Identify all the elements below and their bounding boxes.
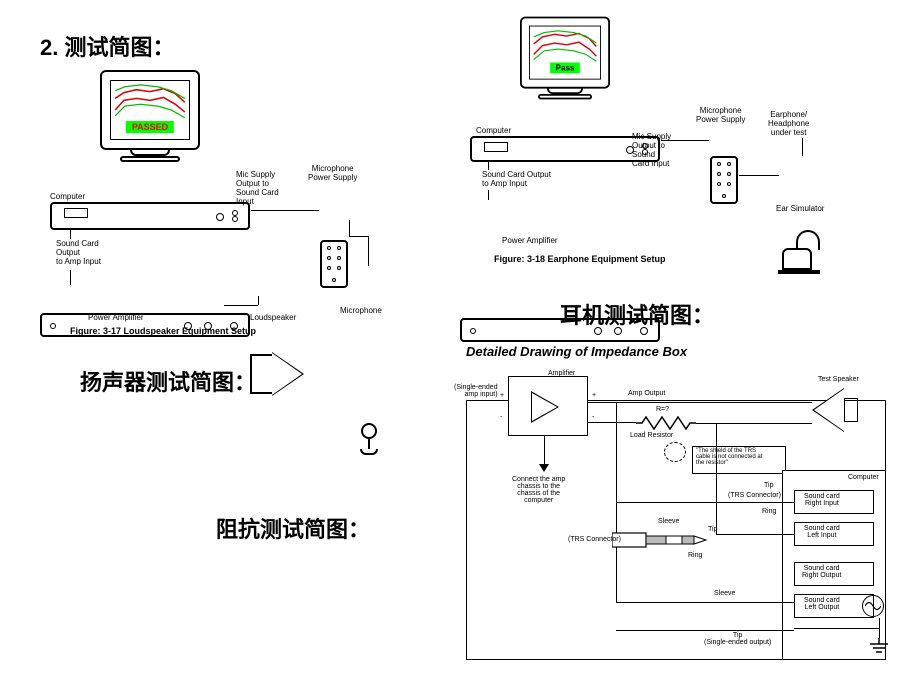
microphone-icon xyxy=(358,423,380,459)
shield-note: "The shield of the TRS cable is not conn… xyxy=(696,448,762,466)
test-speaker-label: Test Speaker xyxy=(818,376,859,383)
poweramp-label-2: Power Amplifier xyxy=(502,236,558,245)
test-speaker-icon xyxy=(812,388,844,432)
connect-chassis-label: Connect the amp chassis to the chassis o… xyxy=(512,476,565,504)
loudspeaker-caption: Figure: 3-17 Loudspeaker Equipment Setup xyxy=(70,326,256,336)
tip-label-2: Tip xyxy=(764,482,773,489)
loudspeaker-icon xyxy=(250,354,310,409)
earphone-caption: Figure: 3-18 Earphone Equipment Setup xyxy=(494,254,666,264)
trs-label-2: (TRS Connector) xyxy=(728,492,781,499)
minus-out: - xyxy=(592,414,594,421)
computer-label-3: Computer xyxy=(848,474,879,481)
load-resistor-label: Load Resistor xyxy=(630,432,673,439)
mic-supply-label-2: Mic Supply Output to Sound Card Input xyxy=(632,132,671,168)
soundcard-out-label: Sound Card Output to Amp Input xyxy=(56,239,101,266)
mic-psu-label: Microphone Power Supply xyxy=(308,164,357,182)
earphone-diagram: Pass Computer Mic Supply Output to Sound… xyxy=(440,10,890,270)
impedance-diagram: Amplifier (Single-ended amp input) + - +… xyxy=(456,370,900,680)
sleeve-label-1: Sleeve xyxy=(658,518,679,525)
sc-left-out: Sound card Left Output xyxy=(804,597,840,611)
earphone-ut-label: Earphone/ Headphone under test xyxy=(768,110,809,137)
ear-sim-label: Ear Simulator xyxy=(776,204,824,213)
ring-label-1: Ring xyxy=(688,552,702,559)
pass-badge: Pass xyxy=(550,63,580,74)
loudspeaker-label: Loudspeaker xyxy=(250,313,296,322)
passed-badge: PASSED xyxy=(126,121,174,133)
ground-icon xyxy=(868,638,890,661)
sc-right-out: Sound card Right Output xyxy=(802,565,841,579)
minus-in: - xyxy=(500,414,502,421)
impedance-title: Detailed Drawing of Impedance Box xyxy=(466,344,687,359)
load-resistor-icon xyxy=(636,416,696,430)
soundcard-out-label-2: Sound Card Output to Amp Input xyxy=(482,170,551,188)
ring-label-2: Ring xyxy=(762,508,776,515)
oscillator-icon xyxy=(862,595,884,617)
mic-supply-label: Mic Supply Output to Sound Card Input xyxy=(236,170,279,206)
earphone-cn-title: 耳机测试简图： xyxy=(560,298,714,330)
sc-left-in: Sound card Left Input xyxy=(804,525,840,539)
computer-label: Computer xyxy=(50,192,85,201)
amplifier-label: Amplifier xyxy=(548,370,575,377)
poweramp-label: Power Amplifier xyxy=(88,313,144,322)
ear-simulator-icon xyxy=(782,234,832,270)
trs-connector-icon xyxy=(612,530,712,550)
tip-se-out: Tip (Single-ended output) xyxy=(704,632,771,646)
trs-label-1: (TRS Connector) xyxy=(568,536,621,543)
impedance-cn-title: 阻抗测试简图： xyxy=(216,512,370,544)
loudspeaker-cn-title: 扬声器测试简图： xyxy=(80,365,256,397)
plus-in: + xyxy=(500,392,504,399)
mic-psu-label-2: Microphone Power Supply xyxy=(696,106,745,124)
microphone-label: Microphone xyxy=(340,306,382,315)
amp-output-label: Amp Output xyxy=(628,390,665,397)
r-label: R=? xyxy=(656,406,669,413)
loudspeaker-diagram: PASSED Computer Sound Card Output to Amp… xyxy=(40,70,420,350)
single-in-label: (Single-ended amp input) xyxy=(454,384,498,398)
sleeve-label-2: Sleeve xyxy=(714,590,735,597)
plus-out: + xyxy=(592,392,596,399)
sc-right-in: Sound card Right Input xyxy=(804,493,840,507)
amplifier-icon xyxy=(531,391,559,423)
section-title: 2. 测试简图： xyxy=(40,30,174,62)
computer-label-2: Computer xyxy=(476,126,511,135)
